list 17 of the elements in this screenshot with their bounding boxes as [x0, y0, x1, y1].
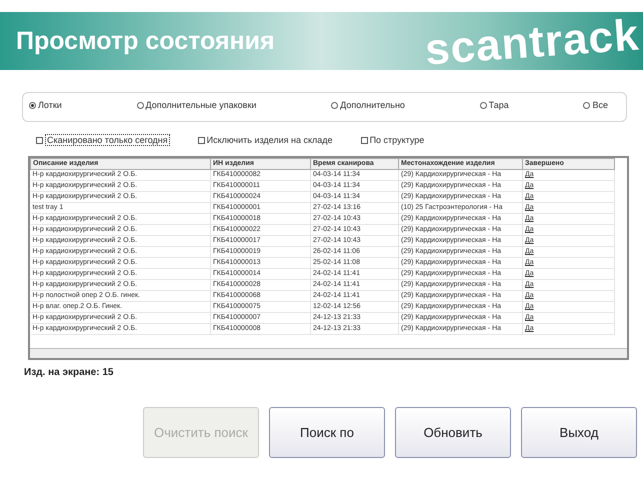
action-button[interactable]: Выход: [521, 407, 637, 458]
checkbox-label[interactable]: По структуре: [370, 135, 424, 145]
checkbox[interactable]: [36, 136, 43, 144]
page-title: Просмотр состояния: [16, 26, 275, 56]
checkbox-label[interactable]: Исключить изделия на складе: [206, 135, 333, 145]
checkbox[interactable]: [360, 136, 368, 144]
logo: scantrack: [423, 12, 640, 70]
radio-option[interactable]: Дополнительно: [331, 100, 405, 110]
action-button[interactable]: Обновить: [395, 407, 511, 458]
radio-option[interactable]: Дополнительные упаковки: [136, 100, 256, 110]
radio-option[interactable]: Все: [583, 100, 608, 110]
checkbox-label[interactable]: Сканировано только сегодня: [45, 134, 170, 146]
radio-option[interactable]: Лотки: [29, 100, 62, 110]
action-button[interactable]: Поиск по: [269, 407, 385, 458]
radio-option[interactable]: Тара: [480, 100, 509, 110]
checkbox[interactable]: [198, 136, 205, 144]
item-count: Изд. на экране: 15: [24, 367, 114, 378]
